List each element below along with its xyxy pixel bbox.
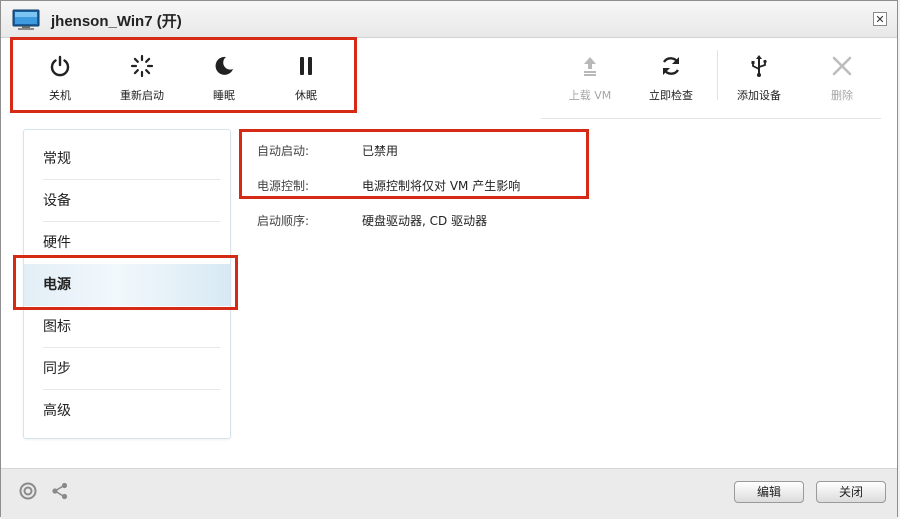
hibernate-button[interactable]: 休眠: [266, 46, 346, 106]
refresh-icon: [662, 57, 680, 75]
sidebar-item-general[interactable]: 常规: [24, 138, 230, 180]
restart-label: 重新启动: [120, 89, 164, 102]
edit-button[interactable]: 编辑: [734, 481, 804, 503]
sidebar: 常规 设备 硬件 电源 图标 同步 高级: [23, 129, 231, 439]
restart-button[interactable]: 重新启动: [102, 46, 182, 106]
hibernate-label: 休眠: [295, 89, 317, 102]
sidebar-item-advanced[interactable]: 高级: [24, 390, 230, 432]
autostart-label: 自动启动:: [257, 144, 310, 158]
upload-vm-label: 上载 VM: [568, 89, 612, 102]
autostart-value: 已禁用: [362, 144, 399, 158]
shutdown-label: 关机: [49, 89, 71, 102]
add-device-button[interactable]: 添加设备: [719, 46, 799, 106]
delete-button[interactable]: 删除: [802, 46, 882, 106]
dialog-window: jhenson_Win7 (开) ✕ 关机 重新启动 睡眠 休眠 上载 VM 立…: [0, 0, 898, 519]
upload-icon: [584, 57, 596, 76]
title-bar: jhenson_Win7 (开) ✕: [1, 1, 897, 38]
power-control-label: 电源控制:: [257, 179, 310, 193]
monitor-icon: [12, 9, 40, 30]
boot-order-label: 启动顺序:: [257, 214, 310, 228]
sidebar-item-hardware[interactable]: 硬件: [24, 222, 230, 264]
sidebar-item-label: 图标: [43, 319, 71, 335]
sleep-icon: [215, 56, 233, 75]
sidebar-item-label: 硬件: [43, 235, 71, 251]
shutdown-button[interactable]: 关机: [20, 46, 100, 106]
upload-vm-button[interactable]: 上载 VM: [550, 46, 630, 106]
sidebar-item-label: 设备: [43, 193, 71, 209]
toolbar: 关机 重新启动 睡眠 休眠 上载 VM 立即检查 添加设备 删除: [1, 38, 897, 119]
boot-order-value: 硬盘驱动器, CD 驱动器: [362, 214, 488, 228]
delete-label: 删除: [831, 89, 853, 102]
power-control-value: 电源控制将仅对 VM 产生影响: [362, 179, 521, 193]
footer-bar: 编辑 关闭: [1, 468, 897, 519]
sleep-button[interactable]: 睡眠: [184, 46, 264, 106]
share-icon[interactable]: [51, 482, 69, 500]
sidebar-item-label: 常规: [43, 151, 71, 167]
help-icon[interactable]: [19, 482, 37, 500]
close-icon[interactable]: ✕: [873, 12, 887, 26]
restart-icon: [130, 54, 154, 78]
sleep-label: 睡眠: [213, 89, 235, 102]
sidebar-item-label: 同步: [43, 361, 71, 377]
close-button[interactable]: 关闭: [816, 481, 886, 503]
sidebar-item-label: 电源: [43, 277, 71, 293]
add-device-label: 添加设备: [737, 89, 781, 102]
sidebar-item-label: 高级: [43, 403, 71, 419]
toolbar-separator: [717, 50, 718, 100]
usb-icon: [751, 55, 767, 77]
sidebar-item-icons[interactable]: 图标: [24, 306, 230, 348]
window-title: jhenson_Win7 (开): [51, 13, 182, 30]
check-now-label: 立即检查: [649, 89, 693, 102]
power-icon: [50, 55, 70, 77]
delete-icon: [832, 56, 852, 76]
sidebar-item-power[interactable]: 电源: [24, 264, 230, 306]
sidebar-item-sync[interactable]: 同步: [24, 348, 230, 390]
pause-icon: [300, 57, 312, 75]
check-now-button[interactable]: 立即检查: [631, 46, 711, 106]
sidebar-item-devices[interactable]: 设备: [24, 180, 230, 222]
toolbar-divider: [541, 118, 881, 119]
